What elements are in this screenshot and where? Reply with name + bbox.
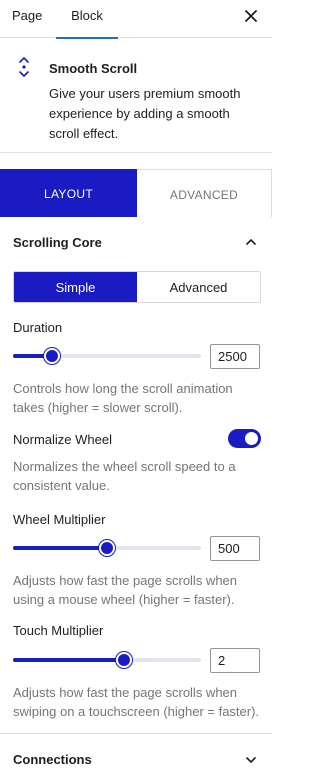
slider-fill [13,546,107,550]
slider-thumb[interactable] [115,652,132,668]
block-description: Give your users premium smooth experienc… [49,86,241,141]
tab-block[interactable]: Block [56,0,118,39]
panel-title-scrolling-core: Scrolling Core [13,235,102,250]
normalize-wheel-help: Normalizes the wheel scroll speed to a c… [13,459,236,493]
panel-scrolling-core-toggle[interactable]: Scrolling Core [0,218,272,266]
tab-advanced[interactable]: ADVANCED [137,169,272,217]
inspector-tabs: Page Block [0,0,272,39]
wheel-multiplier-help: Adjusts how fast the page scrolls when u… [13,573,238,607]
tab-page[interactable]: Page [12,0,42,38]
touch-multiplier-label: Touch Multiplier [13,623,104,638]
touch-multiplier-slider[interactable] [13,652,201,668]
chevron-down-icon [246,757,256,763]
wheel-multiplier-input[interactable] [210,536,260,561]
slider-thumb[interactable] [99,540,115,556]
settings-tabs: LAYOUT ADVANCED [0,169,272,217]
duration-label: Duration [13,320,63,335]
panel-title-connections: Connections [13,752,92,767]
slider-thumb[interactable] [44,348,61,364]
toggle-knob [245,432,258,445]
block-title: Smooth Scroll [49,61,138,76]
close-icon [245,10,257,22]
mode-simple-button[interactable]: Simple [14,272,137,302]
block-card: Smooth Scroll Give your users premium sm… [0,39,272,153]
normalize-wheel-label: Normalize Wheel [13,432,112,447]
wheel-multiplier-label: Wheel Multiplier [13,512,106,527]
panel-connections-toggle[interactable]: Connections [0,734,272,774]
touch-multiplier-help: Adjusts how fast the page scrolls when s… [13,685,260,719]
touch-multiplier-input[interactable] [210,648,260,673]
slider-fill [13,658,124,662]
duration-input[interactable] [210,344,260,369]
wheel-multiplier-slider[interactable] [13,540,201,556]
duration-help: Controls how long the scroll animation t… [13,381,233,415]
mode-segmented-control: Simple Advanced [13,271,261,303]
mode-advanced-button[interactable]: Advanced [137,272,260,302]
tab-layout[interactable]: LAYOUT [0,169,137,217]
duration-slider[interactable] [13,348,201,364]
normalize-wheel-toggle[interactable] [228,429,261,448]
close-button[interactable] [240,5,262,27]
scroll-arrows-icon [19,57,29,77]
chevron-up-icon [246,239,256,245]
